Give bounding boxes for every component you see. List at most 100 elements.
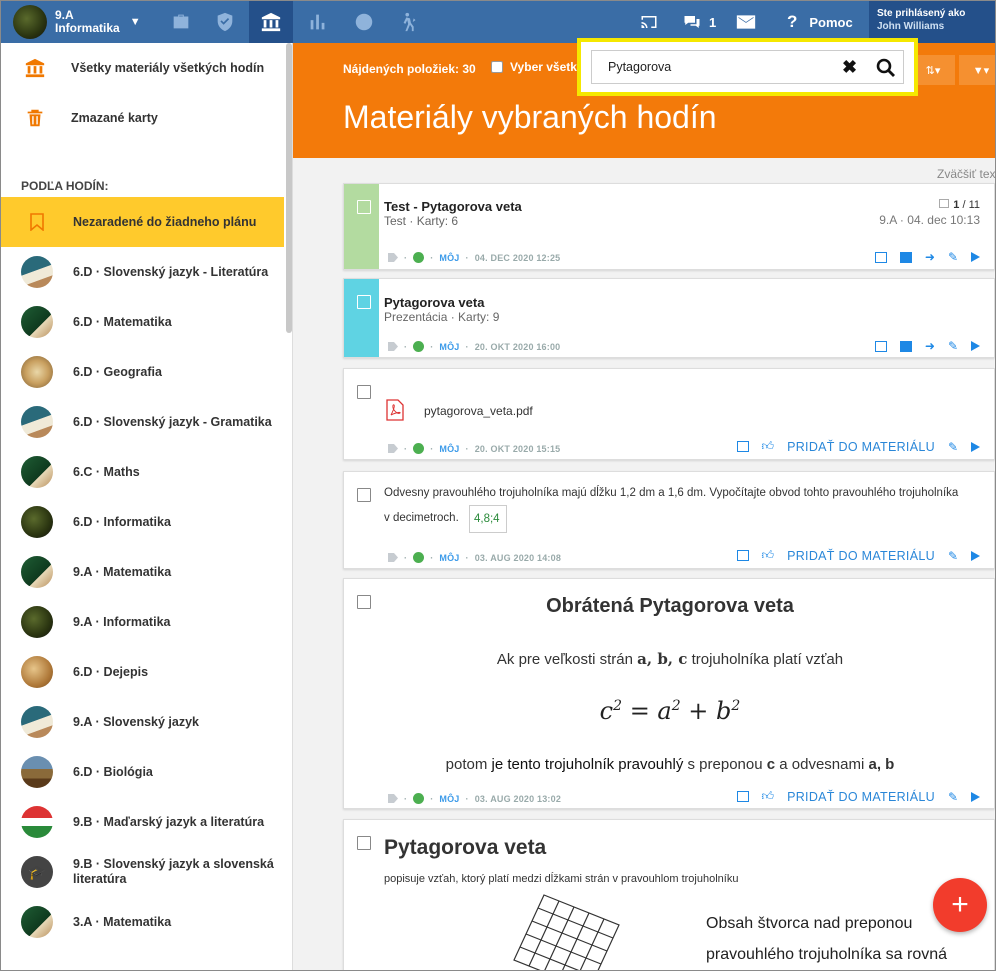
material-card[interactable]: pytagorova_veta.pdf · · MÔJ · 20. OKT 2020 1…	[343, 368, 995, 460]
edit-icon[interactable]: ✎	[948, 790, 958, 804]
theorem-text: je tento trojuholník pravouhlý	[491, 756, 684, 773]
zoom-text-toggle[interactable]: Zväčšiť tex	[937, 167, 995, 181]
assigned-class-date: 9.A · 04. dec 10:13	[879, 213, 980, 227]
play-icon[interactable]	[971, 441, 980, 452]
play-icon[interactable]	[971, 341, 980, 351]
sort-icon: ⇅▾	[925, 64, 941, 77]
nav-briefcase[interactable]	[159, 1, 203, 43]
card-checkbox[interactable]	[357, 385, 371, 399]
sidebar-item-class[interactable]: 3.A · Matematika	[1, 897, 284, 947]
cast-icon[interactable]	[736, 791, 749, 802]
tag-icon[interactable]	[388, 342, 398, 351]
sidebar-item-class[interactable]: 9.A · Matematika	[1, 547, 284, 597]
material-card[interactable]: Obrátená Pytagorova veta Ak pre veľkosti…	[343, 578, 995, 809]
card-date: 03. AUG 2020 13:02	[474, 793, 562, 804]
sidebar-item-class[interactable]: 9.A · Informatika	[1, 597, 284, 647]
sidebar-item-class[interactable]: 6.C · Maths	[1, 447, 284, 497]
sidebar-item-label: 6.D · Dejepis	[73, 664, 149, 679]
cast-icon[interactable]	[874, 251, 887, 263]
tag-icon[interactable]	[388, 444, 398, 453]
add-to-material-button[interactable]: PRIDAŤ DO MATERIÁLU	[787, 790, 935, 804]
add-to-material-button[interactable]: PRIDAŤ DO MATERIÁLU	[787, 440, 935, 454]
thumbs-up-icon[interactable]: 👍︎	[762, 789, 775, 804]
tag-icon[interactable]	[388, 253, 398, 262]
checkbox[interactable]	[491, 61, 503, 73]
edit-icon[interactable]: ✎	[948, 549, 958, 563]
material-card[interactable]: Test - Pytagorova veta Test · Karty: 6 1…	[343, 183, 995, 270]
sidebar-item-class[interactable]: 9.A · Slovenský jazyk	[1, 697, 284, 747]
card-actions: ➜ ✎	[874, 339, 980, 353]
sidebar-item-label: 6.D · Geografia	[73, 364, 162, 379]
add-to-material-button[interactable]: PRIDAŤ DO MATERIÁLU	[787, 549, 935, 563]
search-input[interactable]: Pytagorova ✖	[591, 50, 904, 84]
cast-icon[interactable]	[874, 340, 887, 352]
sidebar-item-all-materials[interactable]: Všetky materiály všetkých hodín	[1, 43, 292, 93]
play-icon[interactable]	[971, 791, 980, 802]
card-title[interactable]: Pytagorova veta	[384, 295, 484, 310]
edit-icon[interactable]: ✎	[948, 440, 958, 454]
user-menu[interactable]: Ste prihlásený ako John Williams	[869, 1, 995, 43]
nav-stats[interactable]	[296, 1, 340, 43]
card-checkbox[interactable]	[357, 488, 371, 502]
card-heading: Pytagorova veta	[384, 836, 547, 859]
sidebar-item-class[interactable]: 9.B · Maďarský jazyk a literatúra	[1, 797, 284, 847]
card-checkbox[interactable]	[357, 200, 371, 214]
assign-icon[interactable]: ➜	[925, 250, 935, 264]
folder-icon[interactable]	[899, 251, 912, 263]
add-fab-button[interactable]: +	[933, 878, 987, 932]
sidebar-item-unassigned[interactable]: Nezaradené do žiadneho plánu	[1, 197, 284, 247]
sidebar-item-class[interactable]: 6.D · Biológia	[1, 747, 284, 797]
sidebar-item-class[interactable]: 6.D · Slovenský jazyk - Gramatika	[1, 397, 284, 447]
sidebar-item-label: 3.A · Matematika	[73, 914, 172, 929]
thumbs-up-icon[interactable]: 👍︎	[762, 439, 775, 454]
material-card[interactable]: Pytagorova veta Prezentácia · Karty: 9 ·…	[343, 278, 995, 358]
file-name[interactable]: pytagorova_veta.pdf	[424, 404, 533, 418]
sidebar-item-class[interactable]: 6.D · Geografia	[1, 347, 284, 397]
progress-total: / 11	[962, 199, 980, 211]
sidebar-item-class[interactable]: 6.D · Slovenský jazyk - Literatúra	[1, 247, 284, 297]
messages-button[interactable]: 1	[681, 1, 716, 43]
owner-label: MÔJ	[439, 552, 460, 563]
sidebar-item-class[interactable]: 6.D · Informatika	[1, 497, 284, 547]
card-checkbox[interactable]	[357, 295, 371, 309]
select-all-checkbox[interactable]: Vyber všetko	[491, 60, 584, 74]
sidebar-item-class[interactable]: 6.D · Matematika	[1, 297, 284, 347]
play-icon[interactable]	[971, 550, 980, 561]
shield-icon	[217, 12, 233, 32]
thumbs-up-icon[interactable]: 👍︎	[762, 548, 775, 563]
class-avatar	[21, 506, 53, 538]
tag-icon[interactable]	[388, 553, 398, 562]
help-button[interactable]: ? Pomoc	[787, 1, 853, 43]
cast-button[interactable]	[639, 1, 659, 43]
edit-icon[interactable]: ✎	[948, 250, 958, 264]
answer-input[interactable]: 4,8;4	[469, 505, 507, 533]
card-checkbox[interactable]	[357, 836, 371, 850]
filter-button[interactable]: ▼▾	[959, 55, 995, 85]
nav-shield[interactable]	[203, 1, 247, 43]
search-icon[interactable]	[876, 58, 896, 78]
play-icon[interactable]	[971, 252, 980, 262]
material-card[interactable]: Odvesny pravouhlého trojuholníka majú dĺ…	[343, 471, 995, 569]
class-selector[interactable]: 9.A Informatika ▼	[13, 4, 155, 40]
card-actions: ➜ ✎	[874, 250, 980, 264]
cast-icon[interactable]	[736, 441, 749, 452]
nav-dashboard[interactable]	[342, 1, 386, 43]
folder-icon[interactable]	[899, 340, 912, 352]
theorem-text: s preponou	[687, 756, 763, 773]
sidebar-scrollbar[interactable]	[286, 43, 292, 333]
sidebar-item-class[interactable]: 6.D · Dejepis	[1, 647, 284, 697]
card-title[interactable]: Test - Pytagorova veta	[384, 199, 522, 214]
material-card[interactable]: Pytagorova veta popisuje vzťah, ktorý pl…	[343, 819, 995, 970]
sidebar-item-deleted[interactable]: Zmazané karty	[1, 93, 292, 143]
nav-activities[interactable]	[388, 1, 432, 43]
edit-icon[interactable]: ✎	[948, 339, 958, 353]
card-count: Karty: 6	[416, 214, 459, 228]
clear-search-button[interactable]: ✖	[842, 57, 857, 78]
cast-icon[interactable]	[736, 550, 749, 561]
sidebar-item-class[interactable]: 🎓 9.B · Slovenský jazyk a slovenská liter…	[1, 847, 284, 897]
tag-icon[interactable]	[388, 794, 398, 803]
assign-icon[interactable]: ➜	[925, 339, 935, 353]
nav-materials[interactable]	[249, 1, 293, 43]
mail-button[interactable]	[736, 1, 756, 43]
card-actions: 👍︎ PRIDAŤ DO MATERIÁLU ✎	[736, 548, 980, 563]
